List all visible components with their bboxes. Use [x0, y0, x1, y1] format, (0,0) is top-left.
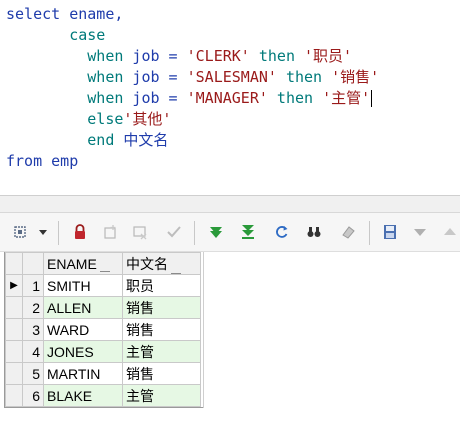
dropdown-arrow-icon[interactable] [33, 222, 53, 242]
cell-chinese-name[interactable]: 销售 [122, 296, 201, 319]
code-line-6: else'其他' [6, 109, 171, 130]
sql-editor[interactable]: select ename, case when job = 'CLERK' th… [0, 0, 460, 195]
cell-chinese-name[interactable]: 主管 [122, 340, 201, 363]
string-literal: 'SALESMAN' [186, 68, 277, 86]
keyword-else: else [87, 110, 124, 128]
cell-chinese-name[interactable]: 主管 [122, 384, 201, 407]
code-line-8: from emp [6, 151, 78, 172]
grid-border [4, 407, 204, 408]
cell-ename[interactable]: BLAKE [43, 384, 123, 407]
code-text: emp [42, 152, 79, 170]
table-row[interactable]: 5 MARTIN 销售 [5, 362, 201, 385]
clear-icon[interactable] [338, 222, 358, 242]
save-icon[interactable] [380, 222, 400, 242]
pane-splitter[interactable] [0, 195, 460, 213]
triangle-up-icon[interactable] [440, 222, 460, 242]
keyword-then: then [249, 47, 305, 65]
row-number: 4 [22, 340, 44, 363]
cell-chinese-name[interactable]: 销售 [122, 318, 201, 341]
cell-chinese-name[interactable]: 销售 [122, 362, 201, 385]
keyword-from: from [6, 152, 43, 170]
code-line-3: when job = 'CLERK' then '职员' [6, 46, 352, 67]
column-filter-icon[interactable] [99, 270, 110, 272]
string-literal: '其他' [123, 110, 172, 128]
code-text: ename, [60, 5, 124, 23]
row-number: 6 [22, 384, 44, 407]
insert-record-icon[interactable] [100, 222, 120, 242]
row-number: 3 [22, 318, 44, 341]
row-indicator [5, 296, 23, 319]
lock-icon[interactable] [70, 222, 90, 242]
toolbar-separator [194, 221, 195, 245]
string-literal: 'MANAGER' [186, 89, 268, 107]
string-literal: 'CLERK' [186, 47, 250, 65]
row-number-header [22, 252, 44, 275]
keyword-case: case [69, 26, 106, 44]
table-row[interactable]: 4 JONES 主管 [5, 340, 201, 363]
string-literal: '职员' [304, 47, 353, 65]
column-header-ename[interactable]: ENAME [43, 252, 123, 275]
row-indicator [5, 340, 23, 363]
grid-border [4, 252, 5, 408]
current-row-indicator-icon: ▶ [5, 274, 23, 297]
cell-ename[interactable]: JONES [43, 340, 123, 363]
result-table: ENAME 中文名 ▶ 1 SMITH 职员 2 ALLEN 销售 3 WARD… [5, 252, 201, 407]
code-text: job = [123, 89, 187, 107]
find-icon[interactable] [304, 222, 324, 242]
column-header-label: 中文名 [126, 255, 168, 272]
code-text: job = [123, 47, 187, 65]
code-line-5: when job = 'MANAGER' then '主管' [6, 88, 373, 109]
row-number: 5 [22, 362, 44, 385]
column-filter-icon[interactable] [171, 272, 181, 274]
keyword-then: then [276, 68, 332, 86]
header-row: ENAME 中文名 [5, 252, 201, 275]
indicator-header [5, 252, 23, 275]
text-cursor [371, 90, 373, 107]
refresh-icon[interactable] [272, 222, 292, 242]
grid-options-icon[interactable] [10, 222, 30, 242]
column-alias: 中文名 [114, 131, 169, 149]
cell-ename[interactable]: WARD [43, 318, 123, 341]
grid-toolbar [0, 213, 460, 252]
row-number: 1 [22, 274, 44, 297]
string-literal: '销售' [331, 68, 380, 86]
cell-ename[interactable]: MARTIN [43, 362, 123, 385]
toolbar-separator [58, 221, 59, 245]
code-text: job = [123, 68, 187, 86]
triangle-down-icon[interactable] [410, 222, 430, 242]
table-row[interactable]: 2 ALLEN 销售 [5, 296, 201, 319]
keyword-end: end [87, 131, 115, 149]
column-header-chinese-name[interactable]: 中文名 [122, 252, 201, 275]
code-line-4: when job = 'SALESMAN' then '销售' [6, 67, 379, 88]
table-row[interactable]: ▶ 1 SMITH 职员 [5, 274, 201, 297]
keyword-when: when [87, 47, 124, 65]
keyword-when: when [87, 68, 124, 86]
keyword-then: then [267, 89, 323, 107]
keyword-select: select [6, 5, 61, 23]
cell-chinese-name[interactable]: 职员 [122, 274, 201, 297]
post-check-icon[interactable] [164, 222, 184, 242]
result-grid[interactable]: ENAME 中文名 ▶ 1 SMITH 职员 2 ALLEN 销售 3 WARD… [0, 252, 460, 436]
cell-ename[interactable]: ALLEN [43, 296, 123, 319]
keyword-when: when [87, 89, 124, 107]
code-line-1: select ename, [6, 4, 123, 25]
row-indicator [5, 362, 23, 385]
next-page-icon[interactable] [206, 222, 226, 242]
last-page-icon[interactable] [238, 222, 258, 242]
string-literal: '主管' [322, 89, 371, 107]
row-indicator [5, 318, 23, 341]
row-indicator [5, 384, 23, 407]
code-line-7: end 中文名 [6, 130, 168, 151]
row-number: 2 [22, 296, 44, 319]
cell-ename[interactable]: SMITH [43, 274, 123, 297]
delete-record-icon[interactable] [130, 222, 150, 242]
code-line-2: case [6, 25, 105, 46]
toolbar-separator [369, 221, 370, 245]
table-row[interactable]: 6 BLAKE 主管 [5, 384, 201, 407]
column-header-label: ENAME [47, 255, 97, 272]
grid-border [203, 252, 204, 408]
table-row[interactable]: 3 WARD 销售 [5, 318, 201, 341]
